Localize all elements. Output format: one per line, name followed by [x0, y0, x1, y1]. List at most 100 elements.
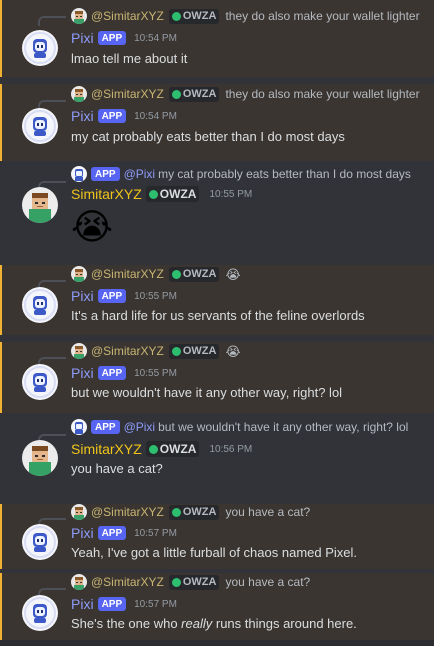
- message[interactable]: @SimitarXYZ OWZA they do also make your …: [0, 84, 434, 161]
- reply-preview[interactable]: APP @Pixi my cat probably eats better th…: [71, 165, 411, 183]
- author-name[interactable]: SimitarXYZ: [71, 441, 142, 457]
- simitar-avatar-icon[interactable]: [71, 574, 87, 590]
- owza-tag-label: OWZA: [182, 345, 217, 357]
- timestamp[interactable]: 10:55 PM: [134, 368, 177, 379]
- timestamp[interactable]: 10:54 PM: [134, 33, 177, 44]
- author-name[interactable]: Pixi: [71, 108, 94, 124]
- reply-text[interactable]: you have a cat?: [225, 575, 310, 589]
- reply-emoji[interactable]: 😭: [225, 268, 240, 281]
- author-name[interactable]: SimitarXYZ: [71, 186, 142, 202]
- reply-author[interactable]: @SimitarXYZ: [91, 87, 164, 101]
- chat-log: @SimitarXYZ OWZA they do also make your …: [0, 0, 434, 646]
- pixi-avatar-icon[interactable]: [71, 166, 87, 182]
- reply-author[interactable]: @SimitarXYZ: [91, 267, 164, 281]
- owza-tag-label: OWZA: [182, 10, 217, 22]
- author-name[interactable]: Pixi: [71, 288, 94, 304]
- pixi-avatar[interactable]: [22, 595, 58, 631]
- owza-tag-icon: [171, 507, 181, 517]
- reply-preview[interactable]: @SimitarXYZ OWZA they do also make your …: [71, 7, 420, 25]
- author-name[interactable]: Pixi: [71, 30, 94, 46]
- message-header: Pixi APP 10:57 PM: [71, 594, 177, 614]
- app-badge: APP: [97, 31, 127, 45]
- timestamp[interactable]: 10:57 PM: [134, 599, 177, 610]
- message[interactable]: @SimitarXYZ OWZA 😭 Pixi APP 10:55 PM It'…: [0, 265, 434, 335]
- message-text: Yeah, I've got a little furball of chaos…: [71, 545, 358, 560]
- owza-tag-icon: [171, 577, 181, 587]
- reply-preview[interactable]: APP @Pixi but we wouldn't have it any ot…: [71, 418, 408, 436]
- reply-preview[interactable]: @SimitarXYZ OWZA you have a cat?: [71, 503, 310, 521]
- reply-author[interactable]: @SimitarXYZ: [91, 9, 164, 23]
- message-text: lmao tell me about it: [71, 51, 188, 66]
- simitar-avatar[interactable]: [22, 440, 58, 476]
- owza-tag-label: OWZA: [159, 187, 197, 201]
- pixi-avatar-icon[interactable]: [71, 419, 87, 435]
- timestamp[interactable]: 10:56 PM: [209, 444, 252, 455]
- owza-tag-icon: [148, 189, 158, 199]
- author-name[interactable]: Pixi: [71, 596, 94, 612]
- pixi-avatar[interactable]: [22, 30, 58, 66]
- reply-preview[interactable]: @SimitarXYZ OWZA you have a cat?: [71, 573, 310, 591]
- simitar-avatar-icon[interactable]: [71, 8, 87, 24]
- app-badge: APP: [91, 167, 120, 181]
- reply-text[interactable]: they do also make your wallet lighter: [225, 9, 419, 23]
- author-name[interactable]: Pixi: [71, 525, 94, 541]
- timestamp[interactable]: 10:55 PM: [134, 291, 177, 302]
- message[interactable]: @SimitarXYZ OWZA you have a cat? Pixi AP…: [0, 504, 434, 569]
- owza-tag-icon: [171, 346, 181, 356]
- owza-tag-label: OWZA: [182, 576, 217, 588]
- reply-text[interactable]: they do also make your wallet lighter: [225, 87, 419, 101]
- composer-edge: [0, 640, 434, 646]
- message[interactable]: APP @Pixi but we wouldn't have it any ot…: [0, 413, 434, 497]
- message-header: Pixi APP 10:57 PM: [71, 523, 177, 543]
- reply-text[interactable]: you have a cat?: [225, 505, 310, 519]
- reply-author[interactable]: @SimitarXYZ: [91, 505, 164, 519]
- reply-author[interactable]: @SimitarXYZ: [91, 344, 164, 358]
- reply-author[interactable]: @Pixi: [124, 420, 156, 434]
- simitar-avatar-icon[interactable]: [71, 266, 87, 282]
- message[interactable]: @SimitarXYZ OWZA 😭 Pixi APP 10:55 PM but…: [0, 342, 434, 413]
- author-name[interactable]: Pixi: [71, 365, 94, 381]
- simitar-avatar-icon[interactable]: [71, 504, 87, 520]
- owza-tag-label: OWZA: [182, 506, 217, 518]
- reply-emoji[interactable]: 😭: [225, 345, 240, 358]
- message-text-part: She's the one who: [71, 616, 182, 631]
- message-text-part: runs things around here.: [212, 616, 357, 631]
- simitar-avatar-icon[interactable]: [71, 343, 87, 359]
- pixi-avatar[interactable]: [22, 364, 58, 400]
- app-badge: APP: [97, 597, 127, 611]
- owza-tag-icon: [148, 444, 158, 454]
- owza-tag: OWZA: [168, 574, 220, 590]
- message-header: Pixi APP 10:55 PM: [71, 363, 177, 383]
- message-header: Pixi APP 10:54 PM: [71, 28, 177, 48]
- timestamp[interactable]: 10:55 PM: [209, 189, 252, 200]
- owza-tag: OWZA: [145, 441, 200, 457]
- reply-preview[interactable]: @SimitarXYZ OWZA 😭: [71, 265, 241, 283]
- message-text: It's a hard life for us servants of the …: [71, 308, 365, 323]
- simitar-avatar[interactable]: [22, 187, 58, 223]
- owza-tag-icon: [171, 11, 181, 21]
- pixi-avatar[interactable]: [22, 524, 58, 560]
- message-text-emphasis: really: [181, 616, 213, 631]
- pixi-avatar[interactable]: [22, 287, 58, 323]
- owza-tag-icon: [171, 89, 181, 99]
- app-badge: APP: [97, 289, 127, 303]
- message[interactable]: @SimitarXYZ OWZA they do also make your …: [0, 0, 434, 77]
- owza-tag: OWZA: [168, 266, 220, 282]
- app-badge: APP: [97, 526, 127, 540]
- reply-preview[interactable]: @SimitarXYZ OWZA they do also make your …: [71, 85, 420, 103]
- simitar-avatar-icon[interactable]: [71, 86, 87, 102]
- message[interactable]: APP @Pixi my cat probably eats better th…: [0, 161, 434, 261]
- message[interactable]: @SimitarXYZ OWZA you have a cat? Pixi AP…: [0, 573, 434, 646]
- reply-author[interactable]: @Pixi: [124, 167, 156, 181]
- reply-text[interactable]: but we wouldn't have it any other way, r…: [158, 420, 408, 434]
- reply-text[interactable]: my cat probably eats better than I do mo…: [158, 167, 411, 181]
- owza-tag: OWZA: [168, 86, 220, 102]
- pixi-avatar[interactable]: [22, 108, 58, 144]
- timestamp[interactable]: 10:57 PM: [134, 528, 177, 539]
- message-header: Pixi APP 10:55 PM: [71, 286, 177, 306]
- owza-tag: OWZA: [168, 504, 220, 520]
- reply-preview[interactable]: @SimitarXYZ OWZA 😭: [71, 342, 241, 360]
- timestamp[interactable]: 10:54 PM: [134, 111, 177, 122]
- crying-emoji[interactable]: 😭: [71, 207, 113, 247]
- reply-author[interactable]: @SimitarXYZ: [91, 575, 164, 589]
